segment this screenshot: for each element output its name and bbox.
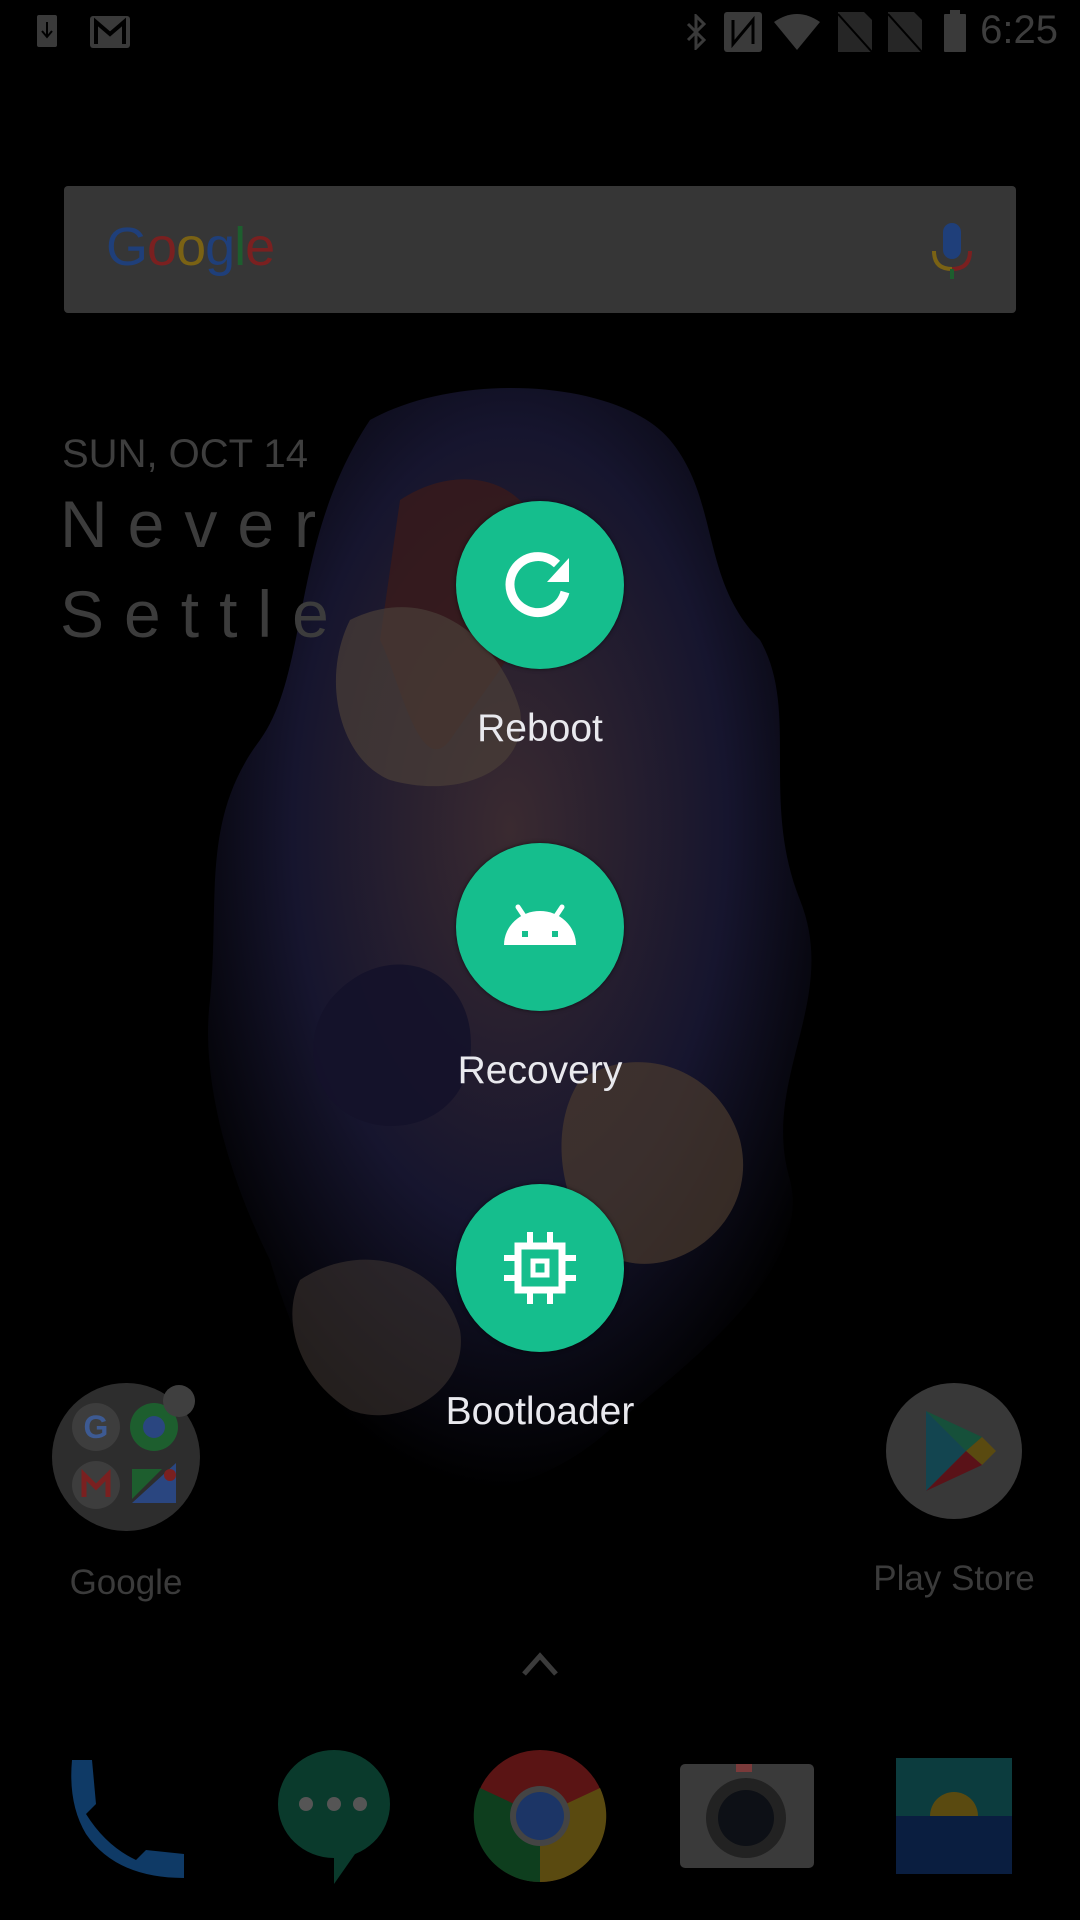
phone-icon[interactable]	[66, 1754, 186, 1878]
camera-icon[interactable]	[680, 1764, 814, 1868]
bluetooth-icon	[686, 14, 707, 50]
reboot-label: Reboot	[477, 707, 603, 750]
reboot-option[interactable]: Reboot	[440, 501, 640, 751]
chevron-up-icon[interactable]	[520, 1650, 560, 1678]
bootloader-option[interactable]: Bootloader	[440, 1184, 640, 1434]
play-store-app[interactable]: Play Store	[873, 1383, 1035, 1599]
recovery-label: Recovery	[457, 1049, 623, 1092]
reboot-icon	[505, 552, 570, 618]
motto-line-1: Never	[60, 487, 337, 561]
google-folder-icon: G	[52, 1383, 200, 1531]
microphone-icon[interactable]	[930, 221, 974, 281]
battery-icon	[944, 10, 966, 52]
logo-letter: o	[147, 217, 177, 277]
messages-icon[interactable]	[276, 1748, 392, 1884]
play-triangle-icon	[926, 1411, 996, 1491]
wifi-icon	[774, 14, 820, 50]
recovery-button[interactable]	[456, 843, 624, 1011]
status-time: 6:25	[980, 8, 1058, 52]
google-folder[interactable]: G Google	[51, 1383, 201, 1603]
play-store-icon	[886, 1383, 1022, 1519]
reboot-button[interactable]	[456, 501, 624, 669]
motto-line-2: Settle	[60, 577, 349, 651]
logo-letter: G	[106, 217, 148, 277]
nfc-icon	[724, 12, 762, 52]
gmail-notification-icon	[90, 16, 130, 48]
chrome-icon[interactable]	[472, 1748, 608, 1884]
gallery-icon[interactable]	[896, 1758, 1012, 1874]
google-search-bar[interactable]: Google	[64, 186, 1016, 313]
android-icon	[504, 904, 576, 945]
svg-text:G: G	[84, 1409, 109, 1445]
sim2-no-signal-icon	[888, 12, 922, 52]
dock	[0, 1740, 1080, 1920]
sim1-no-signal-icon	[838, 12, 872, 52]
bootloader-label: Bootloader	[445, 1390, 635, 1433]
date-label: SUN, OCT 14	[62, 432, 308, 476]
logo-letter: o	[176, 217, 206, 277]
google-logo: Google	[106, 216, 275, 278]
chip-icon	[504, 1232, 576, 1304]
download-notification-icon	[37, 15, 57, 47]
google-folder-label: Google	[69, 1563, 183, 1602]
folder-contents-icon: G	[72, 1385, 195, 1509]
logo-letter: g	[205, 217, 235, 277]
bootloader-button[interactable]	[456, 1184, 624, 1352]
play-store-label: Play Store	[873, 1559, 1035, 1598]
logo-letter: l	[234, 217, 246, 277]
logo-letter: e	[245, 217, 275, 277]
status-bar: 6:25	[0, 0, 1080, 64]
recovery-option[interactable]: Recovery	[440, 843, 640, 1093]
